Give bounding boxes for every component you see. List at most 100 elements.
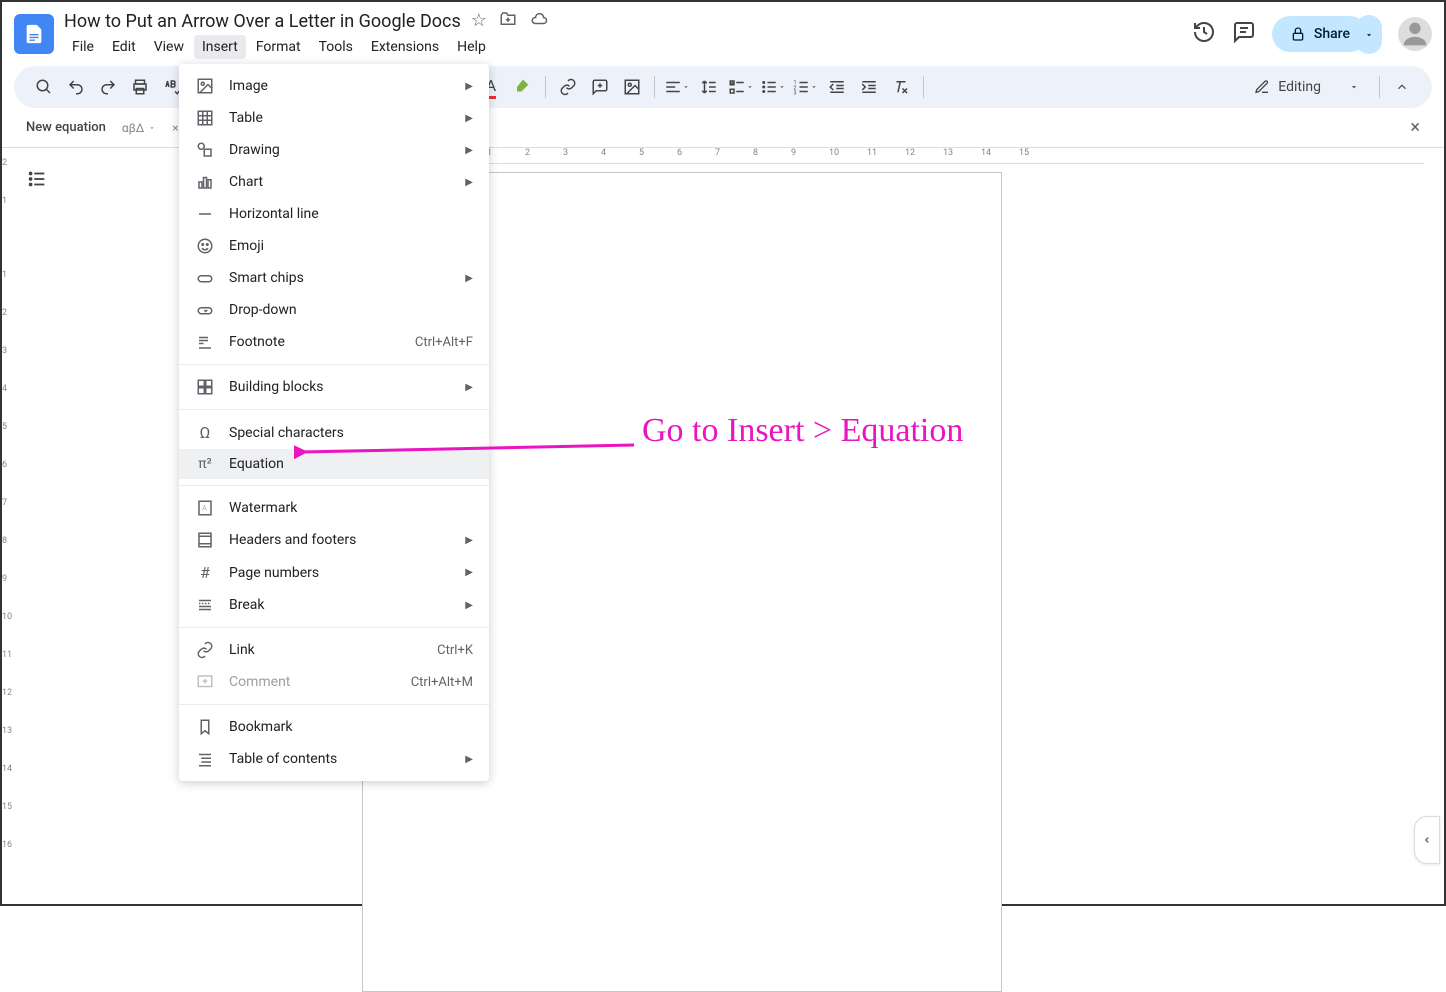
docs-logo[interactable] bbox=[14, 14, 54, 54]
drawing-icon bbox=[195, 141, 215, 159]
editing-mode-dropdown[interactable]: Editing bbox=[1242, 75, 1371, 99]
page-numbers-icon: # bbox=[195, 563, 215, 582]
annotation-text: Go to Insert > Equation bbox=[642, 412, 963, 450]
separator bbox=[179, 704, 489, 705]
checklist-icon[interactable] bbox=[727, 73, 755, 101]
share-dropdown[interactable] bbox=[1356, 15, 1382, 54]
pi-icon: π² bbox=[195, 456, 215, 472]
dd-dropdown[interactable]: Drop-down bbox=[179, 294, 489, 326]
share-button[interactable]: Share bbox=[1272, 16, 1368, 52]
separator bbox=[1379, 76, 1380, 98]
submenu-arrow-icon: ▶ bbox=[465, 273, 473, 284]
headers-footers-icon bbox=[195, 531, 215, 549]
share-label: Share bbox=[1314, 26, 1350, 42]
highlight-icon[interactable] bbox=[509, 73, 537, 101]
insert-link-icon[interactable] bbox=[554, 73, 582, 101]
dd-page-numbers[interactable]: #Page numbers▶ bbox=[179, 556, 489, 589]
add-comment-icon[interactable] bbox=[586, 73, 614, 101]
link-icon bbox=[195, 641, 215, 659]
dd-chart[interactable]: Chart▶ bbox=[179, 166, 489, 198]
chart-icon bbox=[195, 173, 215, 191]
align-icon[interactable] bbox=[663, 73, 691, 101]
indent-decrease-icon[interactable] bbox=[823, 73, 851, 101]
separator bbox=[179, 364, 489, 365]
line-spacing-icon[interactable] bbox=[695, 73, 723, 101]
svg-text:3: 3 bbox=[794, 91, 797, 97]
menu-edit[interactable]: Edit bbox=[104, 35, 144, 59]
dd-smart-chips[interactable]: Smart chips▶ bbox=[179, 262, 489, 294]
print-icon[interactable] bbox=[126, 73, 154, 101]
menu-insert[interactable]: Insert bbox=[194, 35, 246, 59]
submenu-arrow-icon: ▶ bbox=[465, 754, 473, 765]
menu-file[interactable]: File bbox=[64, 35, 102, 59]
emoji-icon bbox=[195, 237, 215, 255]
submenu-arrow-icon: ▶ bbox=[465, 81, 473, 92]
dd-table[interactable]: Table▶ bbox=[179, 102, 489, 134]
dd-bookmark[interactable]: Bookmark bbox=[179, 711, 489, 743]
submenu-arrow-icon: ▶ bbox=[465, 567, 473, 578]
dd-emoji[interactable]: Emoji bbox=[179, 230, 489, 262]
insert-image-icon[interactable] bbox=[618, 73, 646, 101]
building-blocks-icon bbox=[195, 378, 215, 396]
menu-format[interactable]: Format bbox=[248, 35, 309, 59]
separator bbox=[179, 485, 489, 486]
vertical-ruler: 2 1 1 2 3 4 5 6 7 8 9 10 11 12 13 14 15 … bbox=[2, 148, 18, 900]
greek-letters-dropdown[interactable]: αβΔ bbox=[122, 121, 156, 135]
expand-side-panel-button[interactable] bbox=[1414, 816, 1440, 864]
close-equation-bar[interactable]: × bbox=[1410, 117, 1420, 138]
dd-comment: CommentCtrl+Alt+M bbox=[179, 666, 489, 698]
document-title[interactable]: How to Put an Arrow Over a Letter in Goo… bbox=[64, 11, 461, 32]
separator bbox=[179, 409, 489, 410]
dd-footnote[interactable]: FootnoteCtrl+Alt+F bbox=[179, 326, 489, 358]
menu-help[interactable]: Help bbox=[449, 35, 494, 59]
title-area: How to Put an Arrow Over a Letter in Goo… bbox=[64, 10, 1192, 59]
insert-dropdown: Image▶ Table▶ Drawing▶ Chart▶ Horizontal… bbox=[179, 64, 489, 781]
dd-horizontal-line[interactable]: Horizontal line bbox=[179, 198, 489, 230]
submenu-arrow-icon: ▶ bbox=[465, 535, 473, 546]
new-equation-label[interactable]: New equation bbox=[26, 120, 106, 135]
menu-extensions[interactable]: Extensions bbox=[363, 35, 447, 59]
dd-drawing[interactable]: Drawing▶ bbox=[179, 134, 489, 166]
smart-chips-icon bbox=[195, 269, 215, 287]
menu-view[interactable]: View bbox=[146, 35, 192, 59]
bulleted-list-icon[interactable] bbox=[759, 73, 787, 101]
header: How to Put an Arrow Over a Letter in Goo… bbox=[2, 2, 1444, 66]
submenu-arrow-icon: ▶ bbox=[465, 177, 473, 188]
separator bbox=[923, 76, 924, 98]
submenu-arrow-icon: ▶ bbox=[465, 382, 473, 393]
cloud-status-icon[interactable] bbox=[529, 10, 549, 33]
submenu-arrow-icon: ▶ bbox=[465, 145, 473, 156]
comment-icon[interactable] bbox=[1232, 20, 1256, 48]
dd-table-of-contents[interactable]: Table of contents▶ bbox=[179, 743, 489, 775]
undo-icon[interactable] bbox=[62, 73, 90, 101]
dd-break[interactable]: Break▶ bbox=[179, 589, 489, 621]
title-icons: ☆ bbox=[471, 10, 549, 33]
dd-headers-footers[interactable]: Headers and footers▶ bbox=[179, 524, 489, 556]
star-icon[interactable]: ☆ bbox=[471, 10, 487, 33]
numbered-list-icon[interactable]: 123 bbox=[791, 73, 819, 101]
dd-watermark[interactable]: AWatermark bbox=[179, 492, 489, 524]
move-icon[interactable] bbox=[499, 10, 517, 33]
header-right: Share bbox=[1192, 15, 1432, 54]
history-icon[interactable] bbox=[1192, 20, 1216, 48]
submenu-arrow-icon: ▶ bbox=[465, 113, 473, 124]
dd-link[interactable]: LinkCtrl+K bbox=[179, 634, 489, 666]
comment-add-icon bbox=[195, 673, 215, 691]
document-title-row: How to Put an Arrow Over a Letter in Goo… bbox=[64, 10, 1192, 33]
omega-icon: Ω bbox=[195, 423, 215, 442]
menu-tools[interactable]: Tools bbox=[311, 35, 361, 59]
separator bbox=[654, 76, 655, 98]
submenu-arrow-icon: ▶ bbox=[465, 600, 473, 611]
search-icon[interactable] bbox=[30, 73, 58, 101]
outline-icon[interactable] bbox=[26, 175, 48, 194]
redo-icon[interactable] bbox=[94, 73, 122, 101]
indent-increase-icon[interactable] bbox=[855, 73, 883, 101]
user-avatar[interactable] bbox=[1398, 17, 1432, 51]
dropdown-icon bbox=[195, 301, 215, 319]
dd-image[interactable]: Image▶ bbox=[179, 70, 489, 102]
image-icon bbox=[195, 77, 215, 95]
separator bbox=[545, 76, 546, 98]
collapse-toolbar-icon[interactable] bbox=[1388, 73, 1416, 101]
dd-building-blocks[interactable]: Building blocks▶ bbox=[179, 371, 489, 403]
clear-formatting-icon[interactable] bbox=[887, 73, 915, 101]
